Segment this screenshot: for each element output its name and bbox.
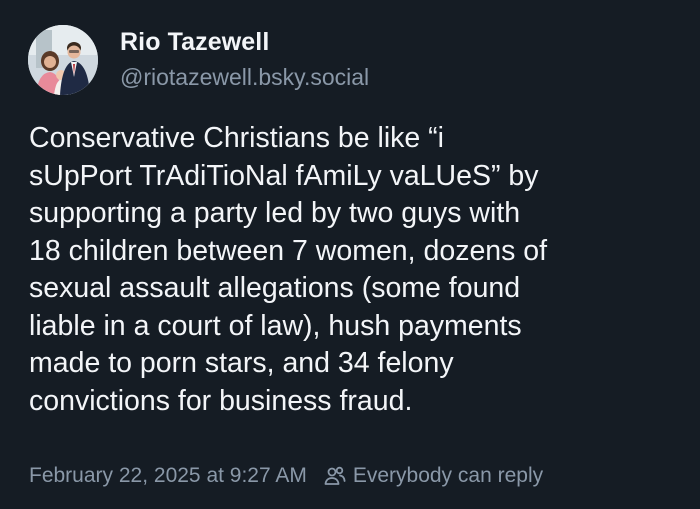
- reply-setting[interactable]: Everybody can reply: [323, 464, 543, 488]
- author-handle[interactable]: @riotazewell.bsky.social: [120, 64, 369, 91]
- post-text: Conservative Christians be like “i sUpPo…: [29, 122, 548, 417]
- reply-setting-label: Everybody can reply: [352, 464, 544, 487]
- avatar[interactable]: [28, 25, 98, 95]
- post-meta: February 22, 2025 at 9:27 AM Everybody c…: [29, 464, 543, 488]
- people-icon: [323, 464, 347, 488]
- post-card: Rio Tazewell @riotazewell.bsky.social Co…: [0, 0, 700, 509]
- post-timestamp[interactable]: February 22, 2025 at 9:27 AM: [29, 464, 307, 488]
- avatar-photo: [28, 25, 98, 95]
- author-display-name[interactable]: Rio Tazewell: [120, 28, 269, 57]
